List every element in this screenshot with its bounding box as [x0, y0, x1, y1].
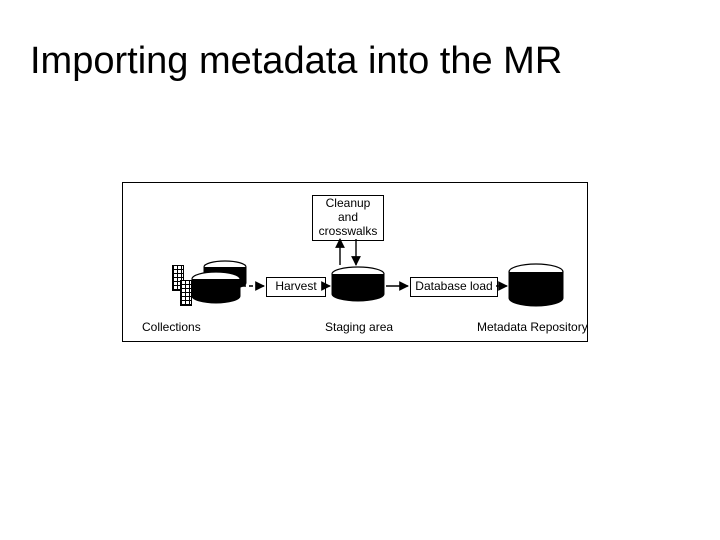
mr-caption: Metadata Repository: [477, 320, 588, 334]
dbload-box: Database load: [410, 277, 498, 297]
harvest-box: Harvest: [266, 277, 326, 297]
cleanup-box: Cleanup and crosswalks: [312, 195, 384, 241]
staging-caption: Staging area: [325, 320, 393, 334]
slide-title: Importing metadata into the MR: [30, 40, 562, 83]
collections-caption: Collections: [142, 320, 201, 334]
collection-icon-2: [180, 280, 192, 306]
